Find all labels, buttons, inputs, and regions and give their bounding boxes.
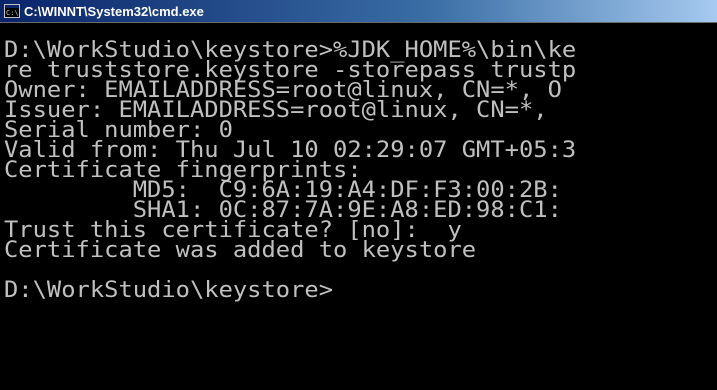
title-bar[interactable]: C:\ C:\WINNT\System32\cmd.exe [0, 0, 717, 22]
console-line: Certificate was added to keystore [4, 238, 477, 263]
cmd-window: C:\ C:\WINNT\System32\cmd.exe D:\WorkStu… [0, 0, 717, 390]
window-title: C:\WINNT\System32\cmd.exe [24, 3, 204, 19]
svg-text:C:\: C:\ [6, 9, 19, 17]
command-prompt[interactable]: D:\WorkStudio\keystore> [4, 280, 717, 302]
console-output[interactable]: D:\WorkStudio\keystore>%JDK_HOME%\bin\ke… [0, 22, 717, 390]
cmd-window-icon[interactable]: C:\ [4, 4, 20, 18]
